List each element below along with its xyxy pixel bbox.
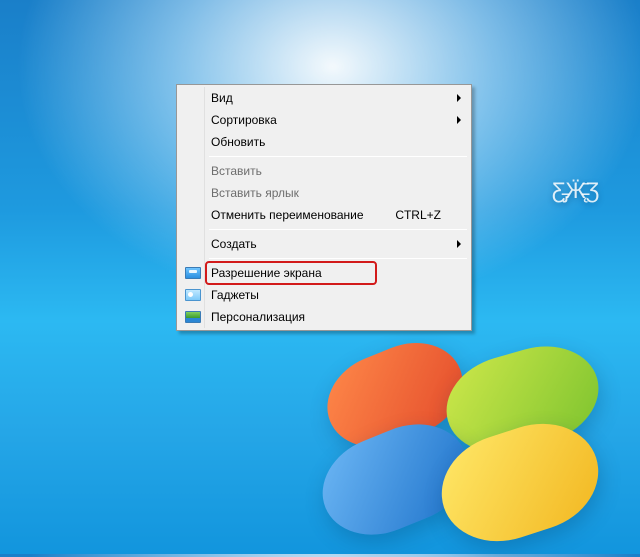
menu-item-label: Персонализация	[211, 306, 469, 328]
menu-item-label: Разрешение экрана	[211, 262, 469, 284]
chevron-right-icon	[457, 240, 461, 248]
menu-separator	[209, 258, 467, 259]
chevron-right-icon	[457, 116, 461, 124]
menu-item-new[interactable]: Создать	[179, 233, 469, 255]
menu-separator	[209, 229, 467, 230]
menu-item-label: Вставить	[211, 160, 469, 182]
menu-item-label: Создать	[211, 233, 469, 255]
menu-item-label: Сортировка	[211, 109, 469, 131]
menu-item-sort[interactable]: Сортировка	[179, 109, 469, 131]
menu-item-gadgets[interactable]: Гаджеты	[179, 284, 469, 306]
menu-item-label: Отменить переименование	[211, 204, 395, 226]
personalize-icon	[185, 311, 201, 323]
gadgets-icon	[185, 289, 201, 301]
menu-item-label: Вставить ярлык	[211, 182, 469, 204]
menu-item-paste: Вставить	[179, 160, 469, 182]
menu-item-view[interactable]: Вид	[179, 87, 469, 109]
menu-item-paste-shortcut: Вставить ярлык	[179, 182, 469, 204]
menu-item-personalize[interactable]: Персонализация	[179, 306, 469, 328]
menu-separator	[209, 156, 467, 157]
menu-item-shortcut: CTRL+Z	[395, 204, 469, 226]
chevron-right-icon	[457, 94, 461, 102]
menu-item-refresh[interactable]: Обновить	[179, 131, 469, 153]
menu-item-undo-rename[interactable]: Отменить переименование CTRL+Z	[179, 204, 469, 226]
menu-item-label: Вид	[211, 87, 469, 109]
bg-butterfly-icon: Ƹ̵̡Ӝ̵̨̄Ʒ	[552, 178, 599, 204]
monitor-icon	[185, 267, 201, 279]
menu-item-label: Гаджеты	[211, 284, 469, 306]
desktop-context-menu: Вид Сортировка Обновить Вставить Вставит…	[176, 84, 472, 331]
menu-item-screen-resolution[interactable]: Разрешение экрана	[179, 262, 469, 284]
menu-item-label: Обновить	[211, 131, 469, 153]
